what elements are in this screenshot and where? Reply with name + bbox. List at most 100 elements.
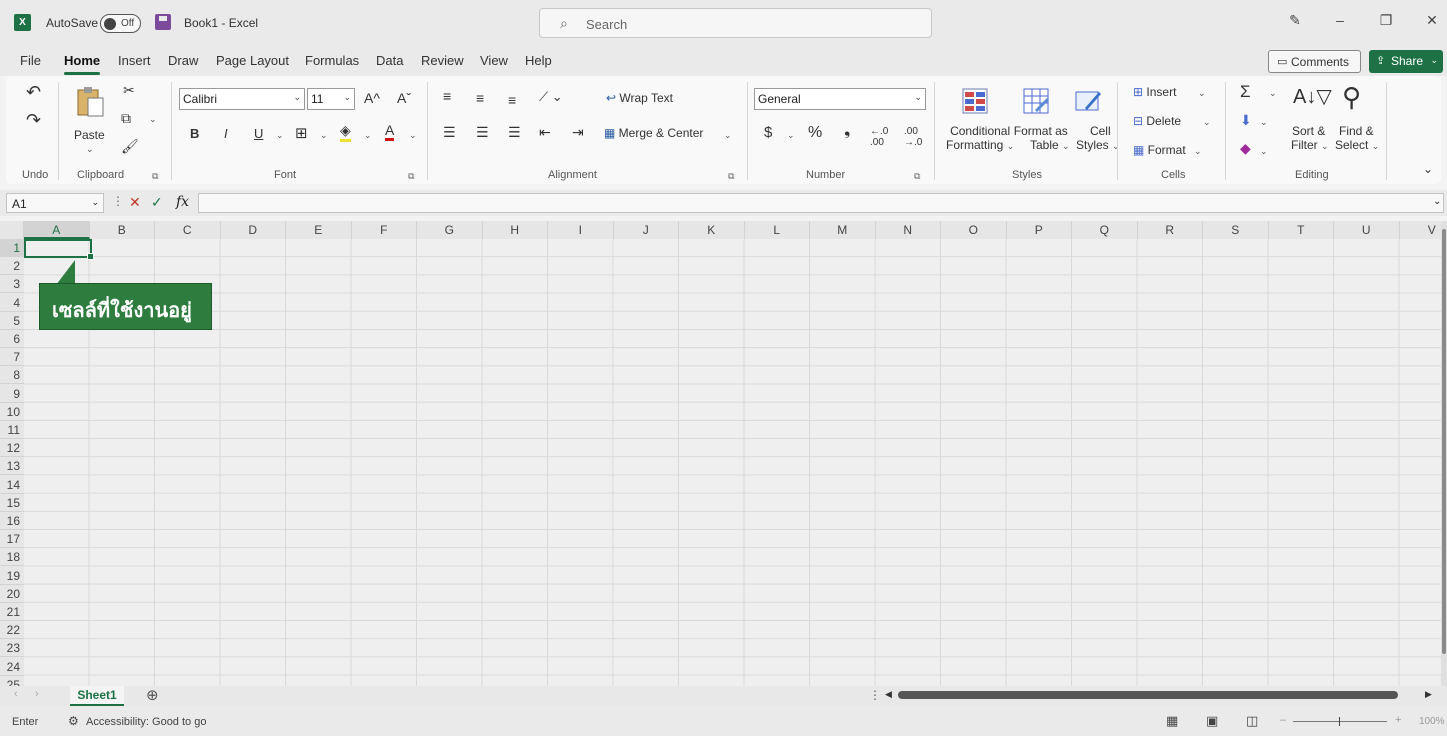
save-icon[interactable] — [155, 14, 171, 30]
row-header[interactable]: 2 — [0, 257, 24, 276]
column-header[interactable]: S — [1203, 221, 1269, 239]
row-header[interactable]: 13 — [0, 457, 24, 476]
conditional-formatting-icon[interactable] — [962, 88, 988, 114]
column-header[interactable]: M — [810, 221, 876, 239]
align-middle-icon[interactable]: ≡ — [476, 90, 484, 106]
align-left-icon[interactable]: ☰ — [443, 124, 456, 141]
column-header[interactable]: I — [548, 221, 614, 239]
vertical-scroll-thumb[interactable] — [1442, 229, 1446, 654]
bold-icon[interactable]: B — [190, 126, 199, 141]
zoom-level[interactable]: 100% — [1419, 716, 1445, 727]
redo-icon[interactable]: ↷ — [26, 110, 41, 131]
borders-icon[interactable]: ⊞ — [295, 124, 308, 142]
next-sheet-icon[interactable]: › — [35, 688, 39, 700]
search-input[interactable]: ⌕ Search — [539, 8, 932, 38]
row-header[interactable]: 16 — [0, 512, 24, 530]
select-all-corner[interactable] — [0, 221, 24, 239]
row-header[interactable]: 3 — [0, 275, 24, 294]
paste-icon[interactable] — [76, 86, 106, 118]
column-header[interactable]: R — [1138, 221, 1203, 239]
row-header[interactable]: 6 — [0, 330, 24, 348]
tab-view[interactable]: View — [480, 53, 508, 68]
column-header[interactable]: H — [483, 221, 548, 239]
horizontal-scroll-thumb[interactable] — [898, 691, 1398, 699]
sort-filter-button[interactable]: Sort & Filter ⌄ — [1291, 124, 1329, 152]
row-header[interactable]: 14 — [0, 476, 24, 494]
name-box[interactable]: A1 ⌄ — [6, 193, 104, 213]
insert-cells-button[interactable]: ⊞ Insert — [1133, 85, 1176, 99]
underline-dropdown-icon[interactable]: ⌄ — [276, 130, 284, 141]
active-cell[interactable] — [24, 239, 94, 260]
italic-icon[interactable]: I — [224, 126, 228, 141]
tab-draw[interactable]: Draw — [168, 53, 198, 68]
row-header[interactable]: 22 — [0, 621, 24, 640]
vertical-scrollbar[interactable] — [1441, 221, 1447, 686]
underline-icon[interactable]: U — [254, 126, 263, 141]
align-center-icon[interactable]: ☰ — [476, 124, 489, 141]
comments-button[interactable]: ▭ Comments — [1268, 50, 1361, 73]
find-select-icon[interactable]: ⚲ — [1342, 82, 1361, 113]
merge-center-button[interactable]: ▦ Merge & Center — [604, 126, 703, 140]
font-color-dropdown-icon[interactable]: ⌄ — [409, 130, 417, 141]
fill-color-dropdown-icon[interactable]: ⌄ — [364, 130, 372, 141]
page-layout-view-icon[interactable]: ▣ — [1206, 713, 1218, 729]
tab-help[interactable]: Help — [525, 53, 552, 68]
column-header[interactable]: O — [941, 221, 1007, 239]
zoom-in-icon[interactable]: + — [1395, 714, 1401, 726]
row-header[interactable]: 12 — [0, 439, 24, 458]
column-header[interactable]: F — [352, 221, 417, 239]
accessibility-icon[interactable]: ⚙ — [68, 714, 79, 728]
find-select-button[interactable]: Find & Select ⌄ — [1335, 124, 1379, 152]
tab-formulas[interactable]: Formulas — [305, 53, 359, 68]
row-header[interactable]: 21 — [0, 603, 24, 621]
expand-formula-icon[interactable]: ⌄ — [1433, 196, 1441, 207]
font-size-select[interactable]: 11 ⌄ — [307, 88, 355, 110]
increase-indent-icon[interactable]: ⇥ — [572, 124, 584, 141]
column-header[interactable]: E — [286, 221, 352, 239]
currency-icon[interactable]: $ — [764, 124, 772, 141]
comma-style-icon[interactable]: ❟ — [844, 122, 850, 140]
prev-sheet-icon[interactable]: ‹ — [14, 688, 18, 700]
row-header[interactable]: 15 — [0, 494, 24, 512]
row-header[interactable]: 5 — [0, 312, 24, 330]
formula-input[interactable] — [198, 193, 1444, 213]
format-as-table-icon[interactable] — [1023, 88, 1049, 114]
delete-cells-button[interactable]: ⊟ Delete — [1133, 114, 1181, 128]
font-launcher-icon[interactable]: ⧉ — [408, 171, 414, 182]
row-header[interactable]: 18 — [0, 548, 24, 567]
column-header[interactable]: K — [679, 221, 745, 239]
column-header[interactable]: T — [1269, 221, 1334, 239]
column-header[interactable]: N — [876, 221, 941, 239]
tab-insert[interactable]: Insert — [118, 53, 151, 68]
format-painter-icon[interactable]: 🖌 — [121, 138, 139, 155]
sort-filter-icon[interactable]: A↓▽ — [1293, 84, 1332, 109]
row-header[interactable]: 20 — [0, 585, 24, 603]
column-header[interactable]: C — [155, 221, 221, 239]
chevron-down-icon[interactable]: ⌄ — [1198, 88, 1206, 99]
borders-dropdown-icon[interactable]: ⌄ — [320, 130, 328, 141]
zoom-slider-thumb[interactable] — [1339, 717, 1340, 726]
column-header[interactable]: A — [24, 221, 90, 239]
row-header[interactable]: 1 — [0, 239, 24, 257]
cell-styles-icon[interactable] — [1075, 88, 1101, 114]
row-header[interactable]: 8 — [0, 366, 24, 385]
column-header[interactable]: P — [1007, 221, 1072, 239]
row-header[interactable]: 9 — [0, 385, 24, 403]
chevron-down-icon[interactable]: ⌄ — [1269, 88, 1277, 99]
orientation-icon[interactable]: ⟋ ⌄ — [539, 89, 563, 105]
chevron-down-icon[interactable]: ⌄ — [1194, 146, 1202, 157]
row-header[interactable]: 7 — [0, 348, 24, 367]
merge-dropdown-icon[interactable]: ⌄ — [724, 130, 732, 141]
scroll-left-icon[interactable]: ◀ — [885, 689, 892, 700]
fill-icon[interactable]: ⬇ — [1240, 112, 1252, 129]
tab-home[interactable]: Home — [64, 53, 101, 75]
tab-data[interactable]: Data — [376, 53, 403, 68]
increase-font-icon[interactable]: A^ — [364, 90, 380, 106]
paste-label[interactable]: Paste — [74, 128, 105, 142]
align-right-icon[interactable]: ☰ — [508, 124, 521, 141]
number-format-select[interactable]: General ⌄ — [754, 88, 926, 110]
more-icon[interactable]: ⋮ — [112, 194, 124, 208]
collapse-ribbon-icon[interactable]: ⌄ — [1423, 162, 1433, 176]
chevron-down-icon[interactable]: ⌄ — [1430, 55, 1438, 66]
paste-dropdown-icon[interactable]: ⌄ — [86, 144, 94, 155]
